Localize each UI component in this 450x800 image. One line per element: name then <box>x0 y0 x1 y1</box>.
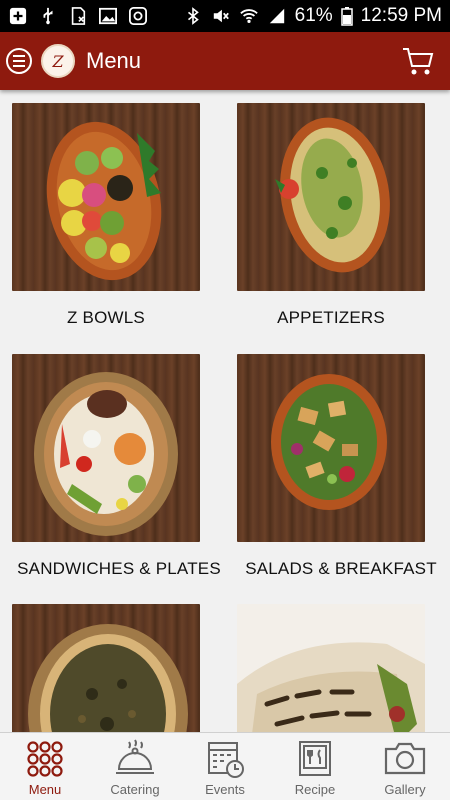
sim-icon <box>71 7 86 25</box>
nav-catering[interactable]: Catering <box>90 733 180 800</box>
nav-recipe[interactable]: Recipe <box>270 733 360 800</box>
cloche-icon <box>116 739 154 774</box>
mute-icon <box>213 9 229 23</box>
status-bar: 61% 12:59 PM <box>0 0 450 32</box>
nav-label: Catering <box>110 782 160 797</box>
menu-tile-sandwiches-plates-image[interactable] <box>12 354 200 542</box>
menu-tile-salads-breakfast-image[interactable] <box>237 354 425 542</box>
usb-icon <box>43 7 53 25</box>
cart-icon[interactable] <box>402 46 434 76</box>
nav-label: Events <box>205 782 245 797</box>
nav-events[interactable]: Events <box>180 733 270 800</box>
add-icon <box>9 7 27 25</box>
hamburger-menu-icon[interactable] <box>6 48 32 74</box>
bottom-nav: Menu Catering Events Recipe Gallery <box>0 732 450 800</box>
nav-label: Gallery <box>384 782 426 797</box>
instagram-icon <box>129 7 147 25</box>
nav-label: Recipe <box>294 782 336 797</box>
menu-tile-label[interactable]: APPETIZERS <box>237 308 425 328</box>
logo-text: Z <box>52 51 64 71</box>
app-bar: Z Menu <box>0 32 450 90</box>
signal-icon <box>269 8 284 24</box>
battery-icon <box>340 7 353 26</box>
recipe-book-icon <box>299 741 331 776</box>
menu-tile-label[interactable]: SALADS & BREAKFAST <box>232 559 450 579</box>
battery-percent: 61% <box>294 5 333 26</box>
wifi-icon <box>239 9 258 24</box>
nav-label: Menu <box>28 782 62 797</box>
menu-tile-appetizers-image[interactable] <box>237 103 425 291</box>
page-title: Menu <box>86 48 142 73</box>
menu-tile-label[interactable]: Z BOWLS <box>12 308 200 328</box>
logo: Z <box>41 44 75 78</box>
camera-icon <box>384 742 426 775</box>
nav-menu[interactable]: Menu <box>0 733 90 800</box>
menu-tile-label[interactable]: SANDWICHES & PLATES <box>4 559 234 579</box>
clock: 12:59 PM <box>360 5 442 26</box>
calendar-clock-icon <box>208 742 244 778</box>
bluetooth-icon <box>187 7 199 25</box>
menu-tile-z-bowls-image[interactable] <box>12 103 200 291</box>
menu-tile-manakish-image[interactable] <box>12 604 200 732</box>
grid-dots-icon <box>27 741 63 777</box>
nav-gallery[interactable]: Gallery <box>360 733 450 800</box>
menu-tile-wrap-image[interactable] <box>237 604 425 732</box>
menu-grid: Z BOWLS APPETIZERS SANDWICHES & PLATES S… <box>0 90 450 732</box>
image-icon <box>99 7 117 25</box>
